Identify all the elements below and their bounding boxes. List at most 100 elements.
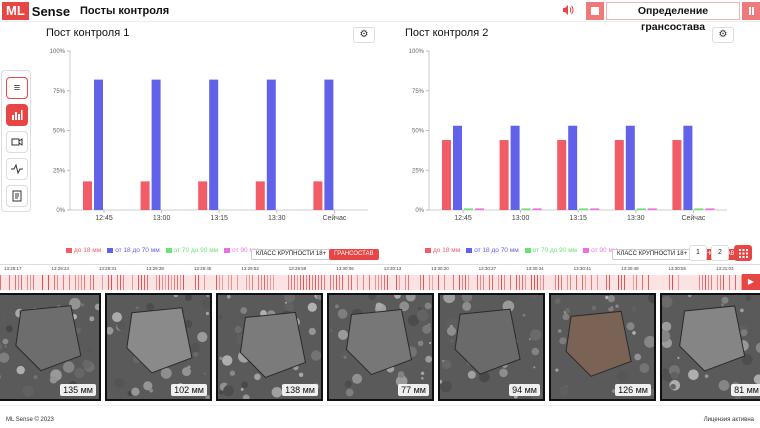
logo-ml: ML — [2, 2, 29, 20]
timeline-tick — [483, 275, 484, 290]
timeline-tick — [132, 275, 133, 290]
bar — [579, 208, 589, 210]
bar — [636, 208, 646, 210]
legend-item[interactable]: от 70 до 90 мм — [165, 247, 218, 254]
timeline-tick — [315, 275, 316, 290]
volume-icon[interactable] — [562, 4, 576, 18]
timeline-tick — [249, 275, 250, 290]
timeline-tick — [636, 275, 637, 290]
rock-size-label: 135 мм — [60, 384, 96, 396]
timeline-time-label: 13:30:27 — [478, 266, 497, 271]
grid-view-icon[interactable] — [734, 245, 752, 261]
timeline-tick — [27, 275, 28, 290]
rock-thumbnail[interactable]: 81 мм — [658, 293, 760, 401]
timeline[interactable]: 13:29:17 13:29:24 13:29:31 13:29:38 13:29:45… — [0, 264, 760, 292]
timeline-tick — [618, 275, 619, 290]
timeline-tick — [621, 275, 622, 290]
pause-button[interactable] — [742, 2, 760, 20]
timeline-tick — [453, 275, 454, 290]
document-icon[interactable] — [6, 185, 28, 207]
bar — [151, 79, 161, 210]
bar — [590, 208, 600, 210]
legend-item[interactable]: до 18 мм — [425, 247, 460, 254]
page-1-button[interactable]: 1 — [689, 245, 707, 261]
logo-sense: Sense — [31, 3, 71, 19]
timeline-tick — [219, 275, 220, 290]
timeline-tick — [42, 275, 43, 290]
timeline-time-label: 13:29:45 — [193, 266, 212, 271]
timeline-tick — [555, 275, 556, 290]
gear-icon[interactable]: ⚙ — [712, 27, 734, 43]
y-tick-label: 75% — [53, 89, 66, 95]
timeline-tick — [591, 275, 592, 290]
timeline-tick — [258, 275, 259, 290]
timeline-tick — [708, 275, 709, 290]
legend-item[interactable]: от 18 до 70 мм — [107, 247, 160, 254]
bar — [694, 208, 704, 210]
timeline-time-label: 13:29:31 — [98, 266, 117, 271]
bar — [625, 125, 635, 210]
timeline-tick — [237, 275, 238, 290]
timeline-tick — [117, 275, 118, 290]
page-2-button[interactable]: 2 — [711, 245, 729, 261]
timeline-tick — [387, 275, 388, 290]
x-tick-label: 12:45 — [454, 215, 472, 222]
legend-item[interactable]: от 70 до 90 мм — [524, 247, 577, 254]
video-icon[interactable] — [6, 131, 28, 153]
timeline-bars[interactable] — [0, 275, 742, 290]
stop-button[interactable] — [586, 2, 604, 20]
rock-thumbnail[interactable]: 77 мм — [327, 291, 434, 401]
timeline-tick — [702, 275, 703, 290]
timeline-tick — [252, 275, 253, 290]
timeline-tick — [246, 275, 247, 290]
gear-icon[interactable]: ⚙ — [353, 27, 375, 43]
bar — [532, 208, 542, 210]
bar — [464, 208, 473, 210]
timeline-tick — [297, 275, 298, 290]
rock-size-label: 126 мм — [615, 384, 651, 396]
legend-label: от 18 до 70 мм — [115, 247, 160, 254]
y-tick-label: 0% — [415, 208, 424, 214]
timeline-tick — [171, 275, 172, 290]
timeline-tick — [111, 275, 112, 290]
timeline-tick — [267, 275, 268, 290]
menu-icon[interactable]: ≡ — [6, 77, 28, 99]
timeline-tick — [30, 275, 31, 290]
activity-icon[interactable] — [6, 158, 28, 180]
rock-thumbnail[interactable]: 135 мм — [0, 293, 102, 401]
y-tick-label: 100% — [50, 49, 66, 55]
timeline-tick — [309, 275, 310, 290]
legend-item[interactable]: от 18 до 70 мм — [466, 247, 519, 254]
rock-thumbnail[interactable]: 126 мм — [549, 293, 659, 401]
timeline-tick — [333, 275, 334, 290]
timeline-labels: 13:29:17 13:29:24 13:29:31 13:29:38 13:29:45… — [0, 266, 742, 274]
size-class-chip[interactable]: КЛАСС КРУПНОСТИ 18+ — [251, 249, 332, 260]
bar — [557, 140, 567, 210]
granulometry-chip[interactable]: ГРАНСОСТАВ — [329, 249, 379, 260]
rock-thumbnail[interactable]: 138 мм — [216, 291, 324, 402]
play-icon[interactable]: ▶ — [742, 274, 760, 290]
x-tick-label: 13:00 — [153, 215, 171, 222]
timeline-tick — [642, 275, 643, 290]
timeline-tick — [408, 275, 409, 290]
timeline-tick — [492, 275, 493, 290]
size-class-chip[interactable]: КЛАСС КРУПНОСТИ 18+ — [612, 249, 693, 260]
timeline-tick — [177, 275, 178, 290]
timeline-tick — [717, 275, 718, 290]
legend-label: до 18 мм — [74, 247, 102, 254]
bar — [672, 140, 682, 210]
app-logo: ML Sense — [2, 2, 70, 20]
legend-label: от 18 до 70 мм — [474, 247, 519, 254]
timeline-tick — [399, 275, 400, 290]
rock-size-label: 138 мм — [282, 384, 318, 396]
timeline-tick — [504, 275, 505, 290]
rock-thumbnail[interactable]: 94 мм — [438, 291, 545, 401]
rock-thumbnail[interactable]: 102 мм — [105, 293, 213, 401]
bar-chart-icon[interactable] — [6, 104, 28, 126]
timeline-tick — [222, 275, 223, 290]
page-title: Посты контроля — [80, 5, 170, 17]
timeline-tick — [420, 275, 421, 290]
legend-item[interactable]: до 18 мм — [66, 247, 101, 254]
timeline-tick — [159, 275, 160, 290]
bar — [255, 181, 265, 210]
